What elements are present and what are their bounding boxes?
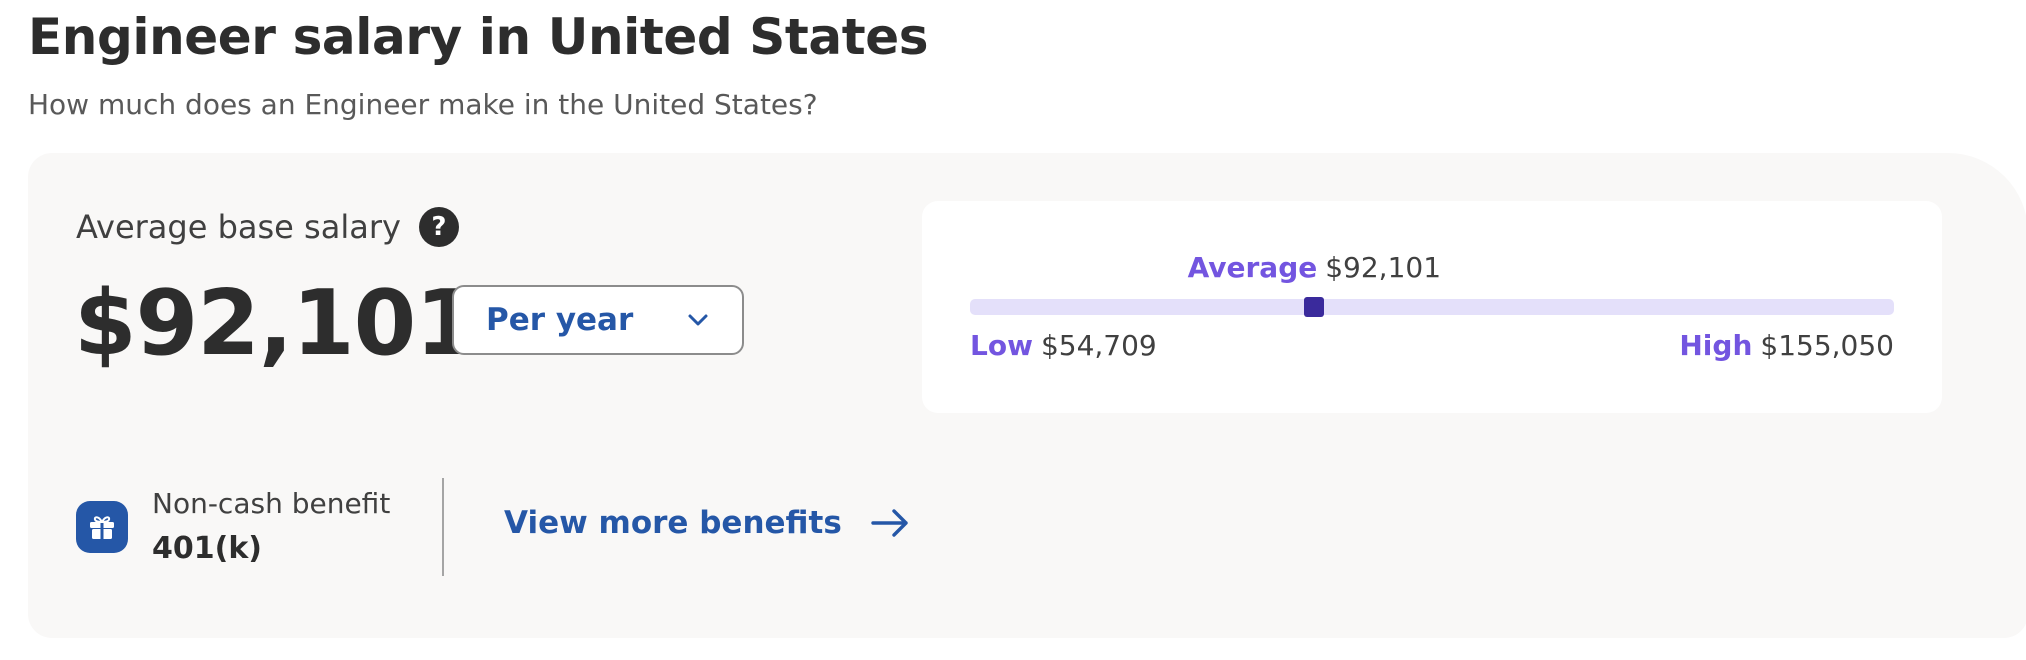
view-more-benefits-label: View more benefits: [504, 505, 842, 541]
gift-icon: [90, 516, 114, 539]
average-salary-label: Average base salary: [76, 208, 401, 246]
chevron-down-icon: [688, 314, 708, 326]
range-low-key: Low: [970, 329, 1033, 362]
salary-range-track: [970, 297, 1894, 317]
average-salary-value: $92,101: [74, 271, 478, 376]
salary-page: Engineer salary in United States How muc…: [0, 0, 2026, 660]
range-average-label: Average $92,101: [1188, 251, 1441, 284]
salary-range-panel: Average $92,101 Low $54,709 High $155,050: [922, 201, 1942, 413]
range-high-value: $155,050: [1760, 329, 1894, 362]
average-salary-heading: Average base salary ?: [76, 207, 459, 247]
salary-card: Average base salary ? $92,101 Per year A…: [28, 153, 2026, 638]
range-average-value: $92,101: [1325, 251, 1442, 284]
benefits-divider: [442, 478, 444, 576]
average-marker: [1304, 297, 1325, 317]
range-low-label: Low $54,709: [970, 329, 1157, 362]
range-high-label: High $155,050: [1679, 329, 1894, 362]
range-high-key: High: [1679, 329, 1753, 362]
pay-period-dropdown[interactable]: Per year: [452, 285, 744, 355]
page-title: Engineer salary in United States: [28, 8, 929, 66]
benefit-icon-badge: [76, 501, 128, 553]
range-average-key: Average: [1187, 251, 1318, 284]
view-more-benefits-link[interactable]: View more benefits: [504, 505, 910, 541]
arrow-right-icon: [871, 509, 908, 537]
page-subtitle: How much does an Engineer make in the Un…: [28, 88, 818, 121]
range-low-value: $54,709: [1040, 329, 1157, 362]
pay-period-selected: Per year: [486, 302, 634, 338]
benefit-value: 401(k): [152, 531, 262, 566]
question-mark-icon[interactable]: ?: [418, 207, 459, 247]
benefit-caption: Non-cash benefit: [152, 487, 391, 520]
